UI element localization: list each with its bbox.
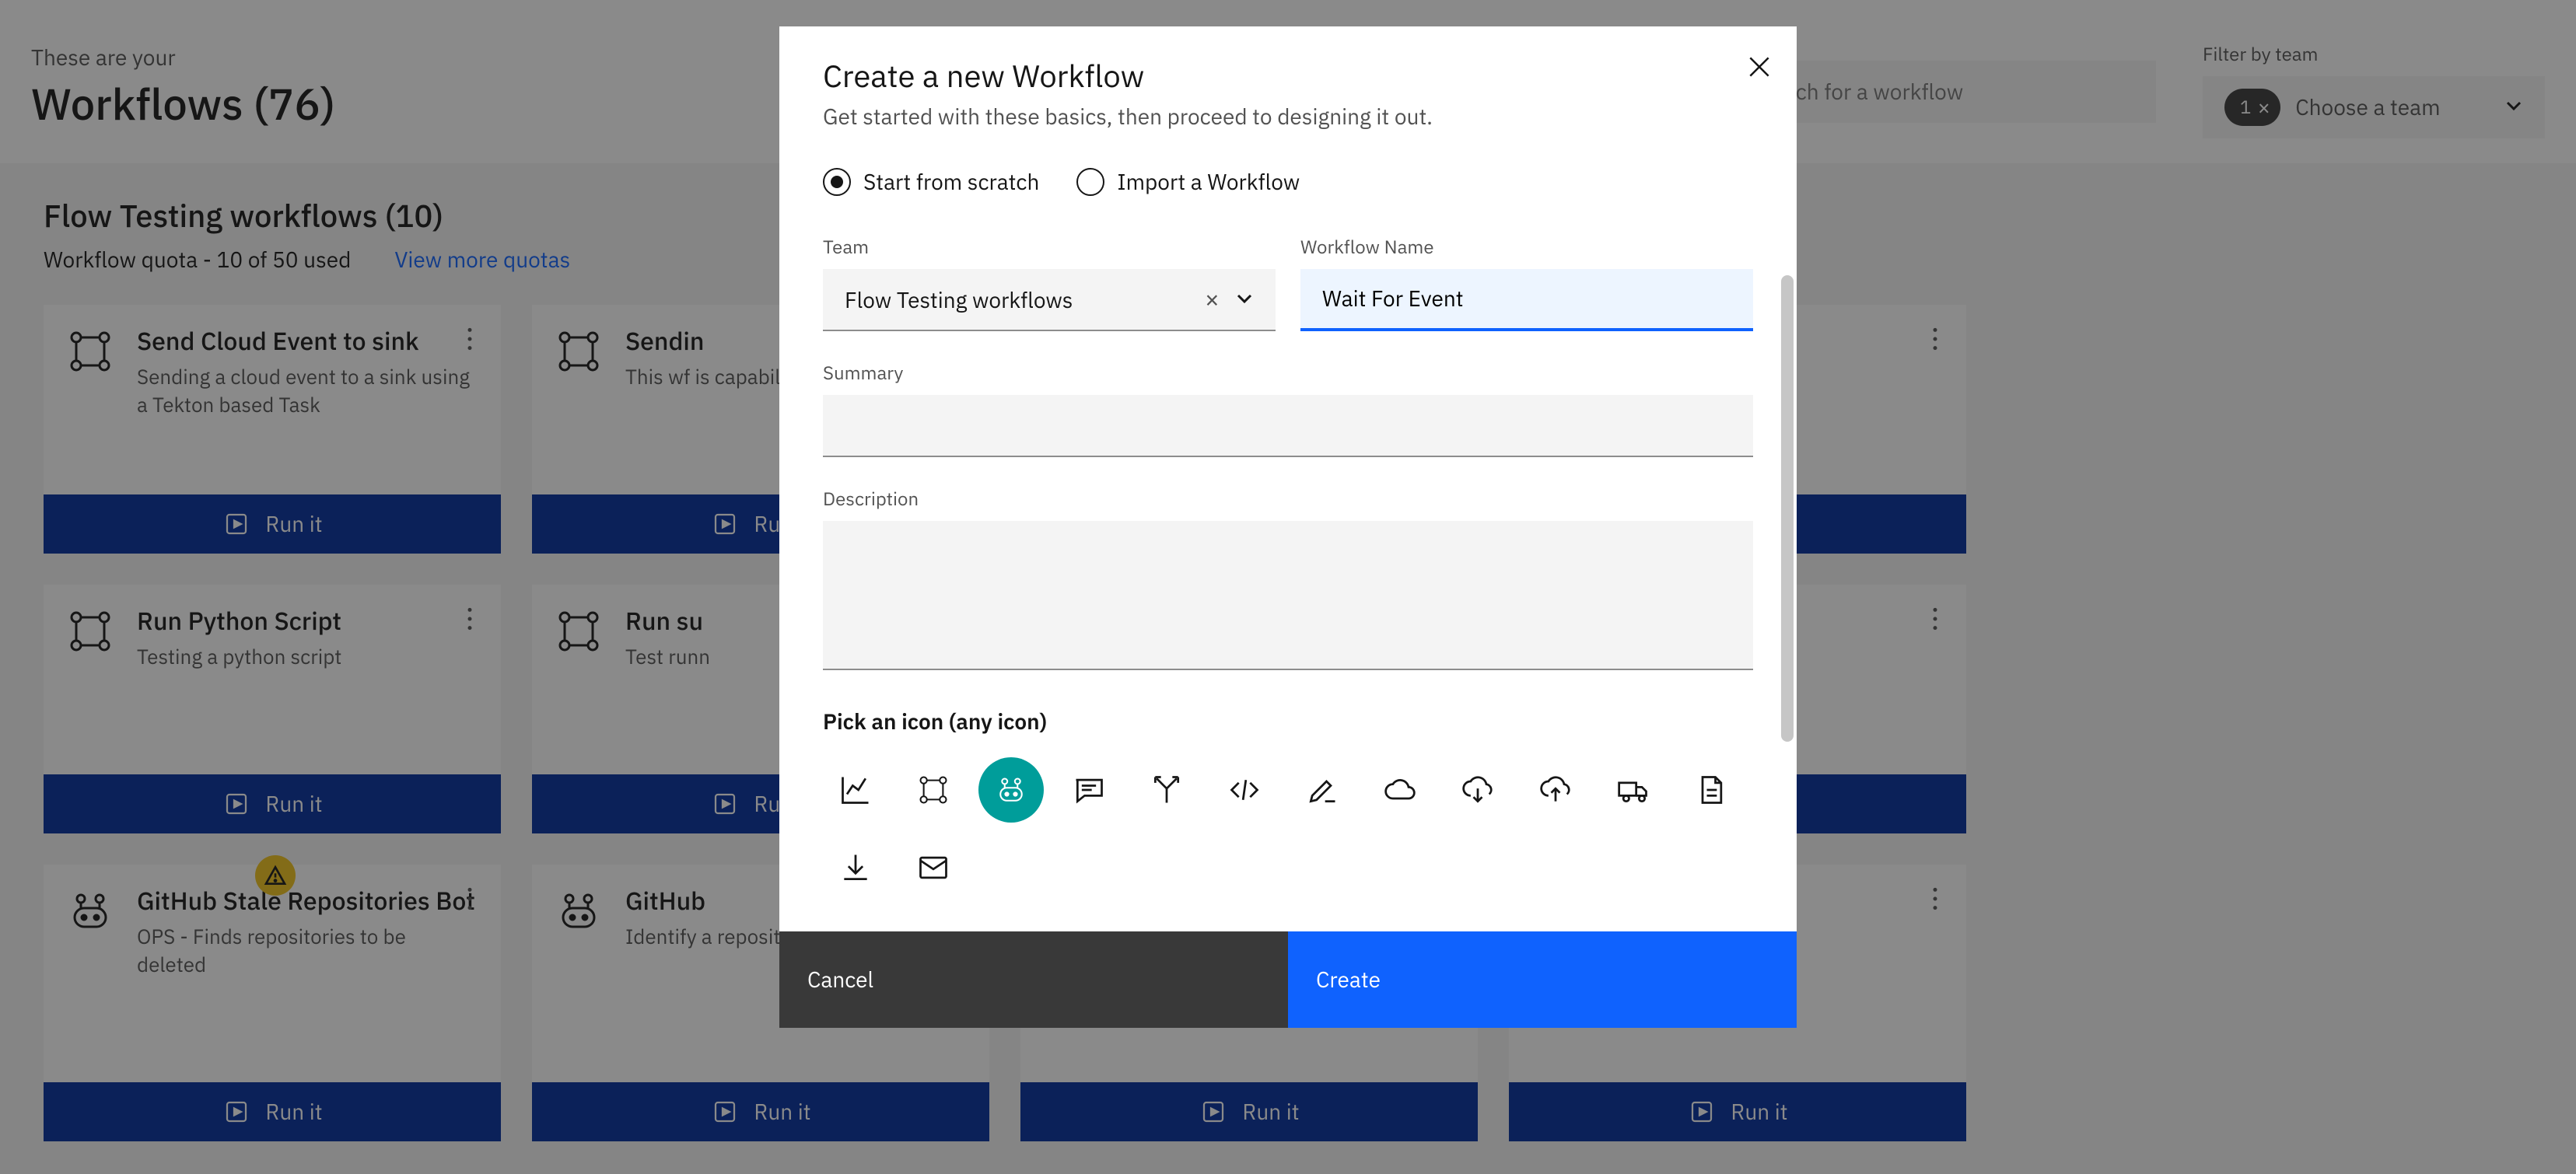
bot-icon-option[interactable] xyxy=(978,757,1044,823)
icon-picker-label: Pick an icon (any icon) xyxy=(823,708,1753,735)
create-button-label: Create xyxy=(1316,966,1381,994)
close-icon[interactable] xyxy=(1744,51,1775,82)
chat-icon-option[interactable] xyxy=(1056,757,1122,823)
code-icon-option[interactable] xyxy=(1212,757,1277,823)
radio-label: Import a Workflow xyxy=(1117,168,1300,196)
summary-input[interactable] xyxy=(823,395,1753,457)
flow-icon-option[interactable] xyxy=(901,757,966,823)
name-field-label: Workflow Name xyxy=(1300,236,1753,260)
radio-import-workflow[interactable]: Import a Workflow xyxy=(1076,168,1300,196)
summary-field-label: Summary xyxy=(823,362,1753,386)
truck-icon-option[interactable] xyxy=(1601,757,1666,823)
modal-scrollbar[interactable] xyxy=(1781,275,1794,742)
mail-icon-option[interactable] xyxy=(901,835,966,900)
cloud-download-icon-option[interactable] xyxy=(1445,757,1510,823)
chevron-down-icon xyxy=(1235,285,1254,313)
team-select-input[interactable]: Flow Testing workflows × xyxy=(823,269,1276,331)
radio-dot-icon xyxy=(823,168,851,196)
download-icon-option[interactable] xyxy=(823,835,888,900)
modal-overlay: Create a new Workflow Get started with t… xyxy=(0,0,2576,1174)
team-field-label: Team xyxy=(823,236,1276,260)
highlight-icon-option[interactable] xyxy=(1290,757,1355,823)
cloud-icon-option[interactable] xyxy=(1367,757,1433,823)
radio-label: Start from scratch xyxy=(863,168,1039,196)
radio-dot-icon xyxy=(1076,168,1104,196)
team-select-value: Flow Testing workflows xyxy=(845,285,1073,313)
create-workflow-modal: Create a new Workflow Get started with t… xyxy=(779,26,1797,1028)
description-input[interactable] xyxy=(823,521,1753,670)
modal-subtitle: Get started with these basics, then proc… xyxy=(823,103,1753,131)
cloud-upload-icon-option[interactable] xyxy=(1523,757,1588,823)
cancel-button[interactable]: Cancel xyxy=(779,931,1288,1028)
cancel-button-label: Cancel xyxy=(807,966,873,994)
document-icon-option[interactable] xyxy=(1678,757,1744,823)
chart-icon-option[interactable] xyxy=(823,757,888,823)
description-field-label: Description xyxy=(823,488,1753,512)
clear-icon[interactable]: × xyxy=(1205,284,1220,315)
workflow-name-input[interactable] xyxy=(1300,269,1753,331)
icon-picker-grid xyxy=(823,757,1753,900)
create-button[interactable]: Create xyxy=(1288,931,1797,1028)
radio-start-from-scratch[interactable]: Start from scratch xyxy=(823,168,1039,196)
modal-title: Create a new Workflow xyxy=(823,54,1753,96)
split-icon-option[interactable] xyxy=(1134,757,1199,823)
